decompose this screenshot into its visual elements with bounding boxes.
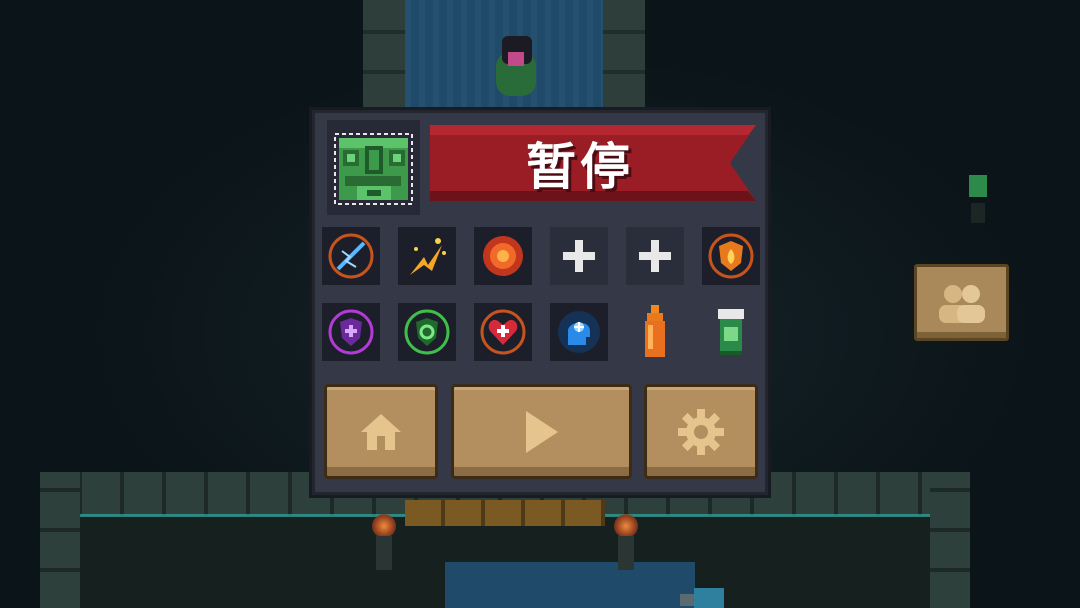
character-portrait [327, 120, 420, 215]
npc-marker-icon [967, 175, 989, 225]
wooden-gate [405, 500, 605, 526]
pause-panel: 暂停 [309, 107, 771, 498]
green-shield-icon [404, 309, 450, 355]
water-channel-bottom [445, 562, 695, 608]
buff-slot-5[interactable] [626, 303, 684, 361]
torch-left [366, 514, 402, 574]
buff-slot-3[interactable] [474, 303, 532, 361]
golem-character-icon [334, 133, 413, 205]
fire-swirl-icon [483, 236, 523, 276]
lightning-sword-icon [328, 233, 374, 279]
player-character [488, 30, 548, 102]
torch-right [608, 514, 644, 574]
green-cup-icon [718, 309, 744, 355]
purple-shield-icon [328, 309, 374, 355]
settings-button[interactable] [644, 384, 758, 479]
plus-icon [563, 240, 595, 272]
page-title: 暂停 [526, 138, 634, 196]
people-icon [938, 284, 985, 323]
skill-slot-2[interactable] [398, 227, 456, 285]
corridor-wall-left [363, 0, 405, 110]
floor-wall-right [930, 472, 970, 608]
plus-icon [639, 240, 671, 272]
buff-slot-1[interactable] [322, 303, 380, 361]
buff-slot-2[interactable] [398, 303, 456, 361]
fire-shield-icon [708, 233, 754, 279]
gear-icon [678, 408, 724, 455]
skill-slot-1[interactable] [322, 227, 380, 285]
home-icon [361, 413, 401, 450]
home-button[interactable] [324, 384, 438, 479]
empty-skill-slot-2[interactable] [626, 227, 684, 285]
multiplayer-button[interactable] [914, 264, 1009, 341]
buff-slot-6[interactable] [702, 303, 760, 361]
spark-explosion-icon [410, 238, 446, 275]
floor-wall-left [40, 472, 80, 608]
mine-cart [678, 584, 728, 608]
orange-bottle-icon [645, 305, 665, 357]
skill-slot-4[interactable] [702, 227, 760, 285]
resume-button[interactable] [451, 384, 632, 479]
play-icon [525, 410, 558, 453]
corridor-wall-right [603, 0, 645, 110]
skill-slot-3[interactable] [474, 227, 532, 285]
heart-plus-icon [480, 309, 526, 355]
title-banner: 暂停 [430, 125, 756, 201]
buff-slot-4[interactable] [550, 303, 608, 361]
empty-skill-slot-1[interactable] [550, 227, 608, 285]
blue-head-icon [558, 311, 600, 353]
